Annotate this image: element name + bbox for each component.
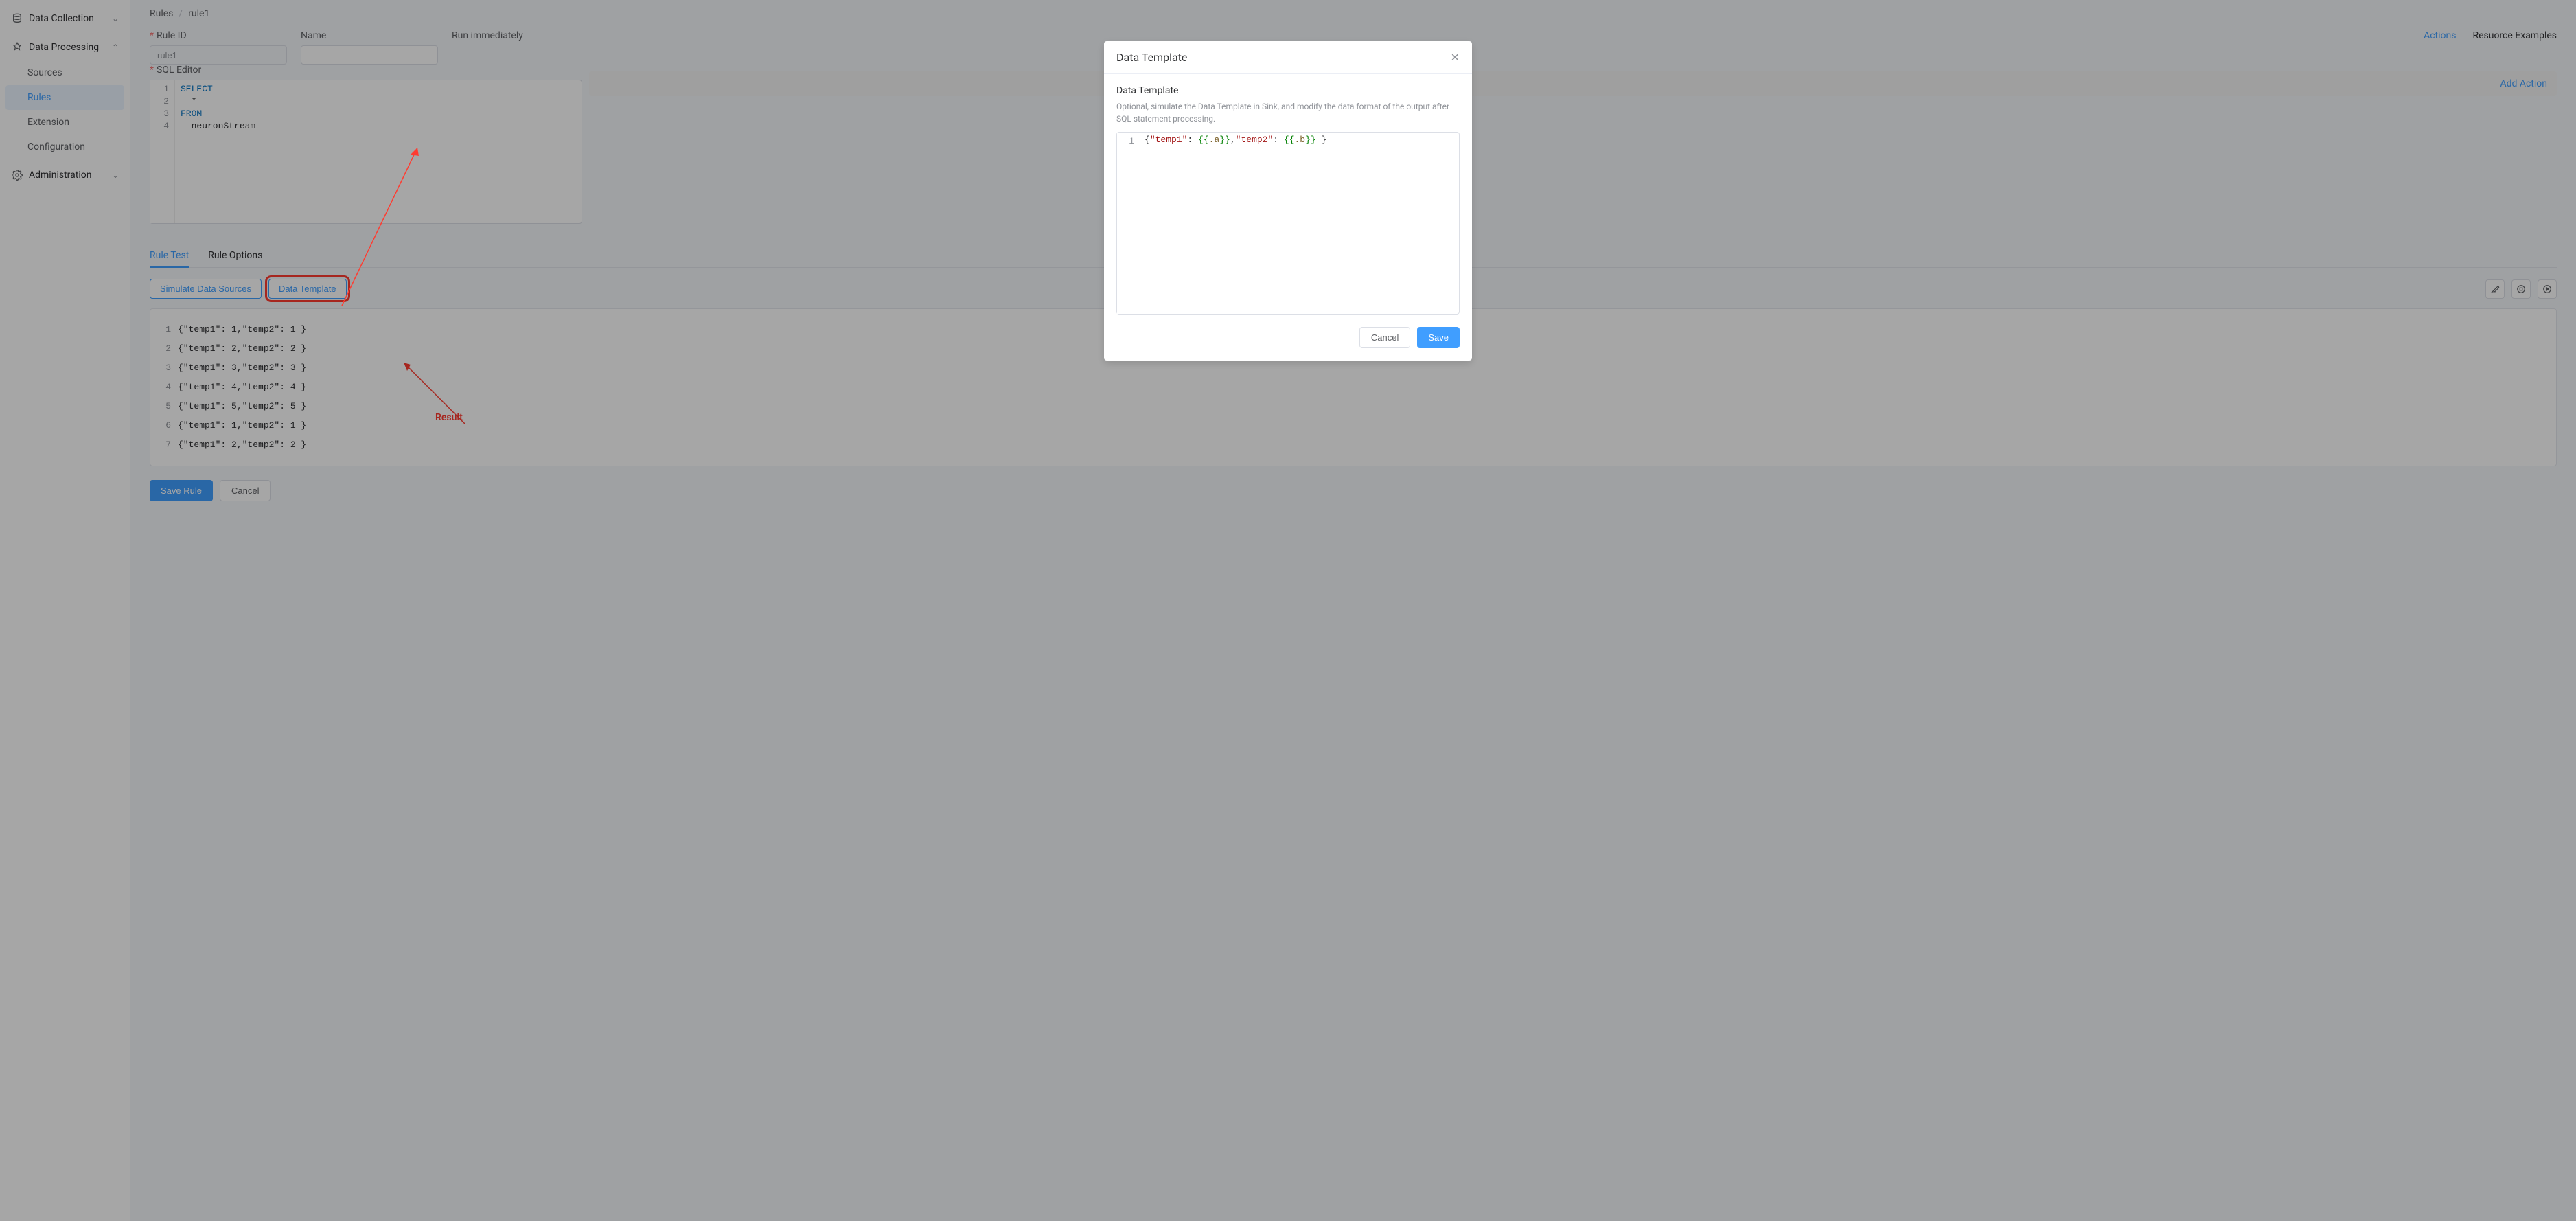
template-gutter: 1 <box>1117 133 1140 314</box>
modal-title: Data Template <box>1116 51 1187 64</box>
close-icon[interactable]: ✕ <box>1451 52 1460 63</box>
modal-save-button[interactable]: Save <box>1417 327 1460 348</box>
annotation-arrow-template <box>335 134 431 312</box>
modal-overlay[interactable]: Data Template ✕ Data Template Optional, … <box>0 0 2576 1221</box>
modal-description: Optional, simulate the Data Template in … <box>1116 100 1460 125</box>
data-template-modal: Data Template ✕ Data Template Optional, … <box>1104 41 1472 361</box>
modal-section-label: Data Template <box>1116 85 1460 96</box>
template-editor[interactable]: 1 {"temp1": {{.a}},"temp2": {{.b}} } <box>1116 132 1460 315</box>
modal-cancel-button[interactable]: Cancel <box>1359 327 1410 348</box>
template-code[interactable]: {"temp1": {{.a}},"temp2": {{.b}} } <box>1140 133 1459 314</box>
